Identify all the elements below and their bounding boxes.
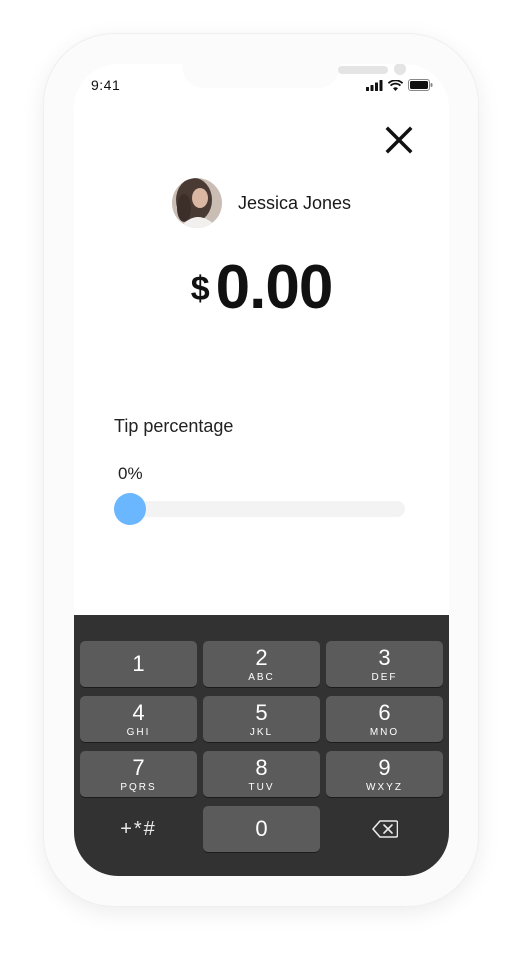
key-letters: TUV (248, 782, 275, 793)
key-digit: 4 (132, 700, 145, 725)
key-0[interactable]: 0 (203, 806, 320, 852)
key-letters: DEF (371, 672, 398, 683)
symbols-key[interactable]: +*# (80, 806, 197, 852)
key-letters: MNO (369, 727, 400, 738)
key-digit: 3 (378, 645, 391, 670)
backspace-icon (371, 820, 398, 838)
backspace-key[interactable] (326, 806, 443, 852)
key-letters: ABC (248, 672, 275, 683)
app-screen: 9:41 Jessica Jones $0.00 Tip percentage … (74, 64, 449, 876)
device-notch (182, 64, 406, 88)
key-digit: 9 (378, 755, 391, 780)
amount-display: $0.00 (74, 252, 449, 323)
key-2[interactable]: 2 ABC (203, 641, 320, 687)
close-icon (385, 126, 413, 154)
close-button[interactable] (383, 124, 415, 156)
key-digit: 0 (255, 816, 268, 841)
status-time: 9:41 (91, 77, 121, 93)
recipient-name: Jessica Jones (238, 192, 352, 213)
tip-label: Tip percentage (114, 416, 234, 436)
key-5[interactable]: 5 JKL (203, 696, 320, 742)
key-digit: 8 (255, 755, 268, 780)
key-6[interactable]: 6 MNO (326, 696, 443, 742)
tip-slider-thumb[interactable] (114, 493, 146, 525)
key-letters: PQRS (120, 782, 157, 793)
signal-icon (366, 79, 383, 91)
key-digit: 7 (132, 755, 145, 780)
avatar (172, 178, 222, 228)
key-3[interactable]: 3 DEF (326, 641, 443, 687)
front-camera (394, 64, 406, 75)
battery-icon (408, 79, 433, 91)
amount-value: 0.00 (215, 253, 334, 322)
wifi-icon (388, 79, 403, 91)
key-digit: 2 (255, 645, 268, 670)
tip-value: 0% (118, 464, 143, 483)
currency-symbol: $ (190, 270, 210, 308)
key-digit: 1 (132, 651, 145, 676)
key-9[interactable]: 9 WXYZ (326, 751, 443, 797)
key-letters: JKL (249, 727, 274, 738)
key-letters: WXYZ (366, 782, 403, 793)
numeric-keypad: 1 2 ABC 3 DEF 4 GHI 5 JKL 6 MNO 7 PQRS 8… (74, 615, 449, 876)
recipient: Jessica Jones (172, 178, 351, 228)
key-4[interactable]: 4 GHI (80, 696, 197, 742)
status-icons (366, 78, 433, 92)
key-8[interactable]: 8 TUV (203, 751, 320, 797)
key-digit: 6 (378, 700, 391, 725)
key-7[interactable]: 7 PQRS (80, 751, 197, 797)
key-digit: 5 (255, 700, 268, 725)
symbols-label: +*# (120, 818, 157, 840)
key-letters: GHI (126, 727, 151, 738)
speaker-grille (338, 66, 388, 74)
key-1[interactable]: 1 (80, 641, 197, 687)
tip-slider[interactable] (114, 493, 405, 525)
